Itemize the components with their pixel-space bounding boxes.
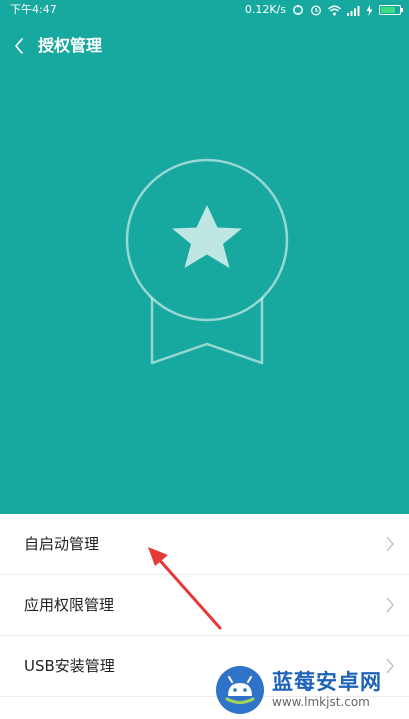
android-logo-icon: [216, 666, 264, 714]
screen: 下午4:47 0.12K/s 授权管理 自启动管理 应用权限管理 USB安装管理…: [0, 0, 409, 719]
alarm-icon: [311, 5, 321, 16]
sync-icon: [293, 5, 303, 15]
battery-level: [381, 7, 395, 13]
battery-icon: [379, 5, 403, 15]
watermark: 蓝莓安卓网 www.lmkjst.com: [216, 662, 406, 718]
status-icons: 0.12K/s: [244, 0, 403, 20]
menu-item-app-permissions[interactable]: 应用权限管理: [0, 575, 409, 636]
wifi-icon: [328, 5, 341, 15]
watermark-url: www.lmkjst.com: [272, 695, 370, 709]
menu-item-label: 应用权限管理: [24, 596, 115, 614]
back-button[interactable]: [8, 32, 30, 60]
menu-item-label: USB安装管理: [24, 657, 115, 675]
signal-icon: [347, 5, 360, 16]
watermark-title: 蓝莓安卓网: [272, 670, 382, 694]
title-bar: 授权管理: [0, 28, 409, 64]
chevron-right-icon: [386, 536, 394, 552]
status-bar: 下午4:47 0.12K/s: [0, 0, 409, 20]
menu-item-autostart[interactable]: 自启动管理: [0, 514, 409, 575]
net-speed: 0.12K/s: [244, 3, 286, 16]
watermark-text: 蓝莓安卓网 www.lmkjst.com: [272, 670, 382, 710]
chevron-right-icon: [386, 597, 394, 613]
status-time: 下午4:47: [10, 3, 57, 16]
back-arrow-icon: [15, 38, 23, 54]
menu-item-label: 自启动管理: [24, 535, 100, 553]
hero-banner: 下午4:47 0.12K/s 授权管理: [0, 0, 409, 514]
charging-icon: [366, 4, 373, 16]
award-badge-icon: [125, 158, 289, 365]
page-title: 授权管理: [38, 36, 103, 55]
